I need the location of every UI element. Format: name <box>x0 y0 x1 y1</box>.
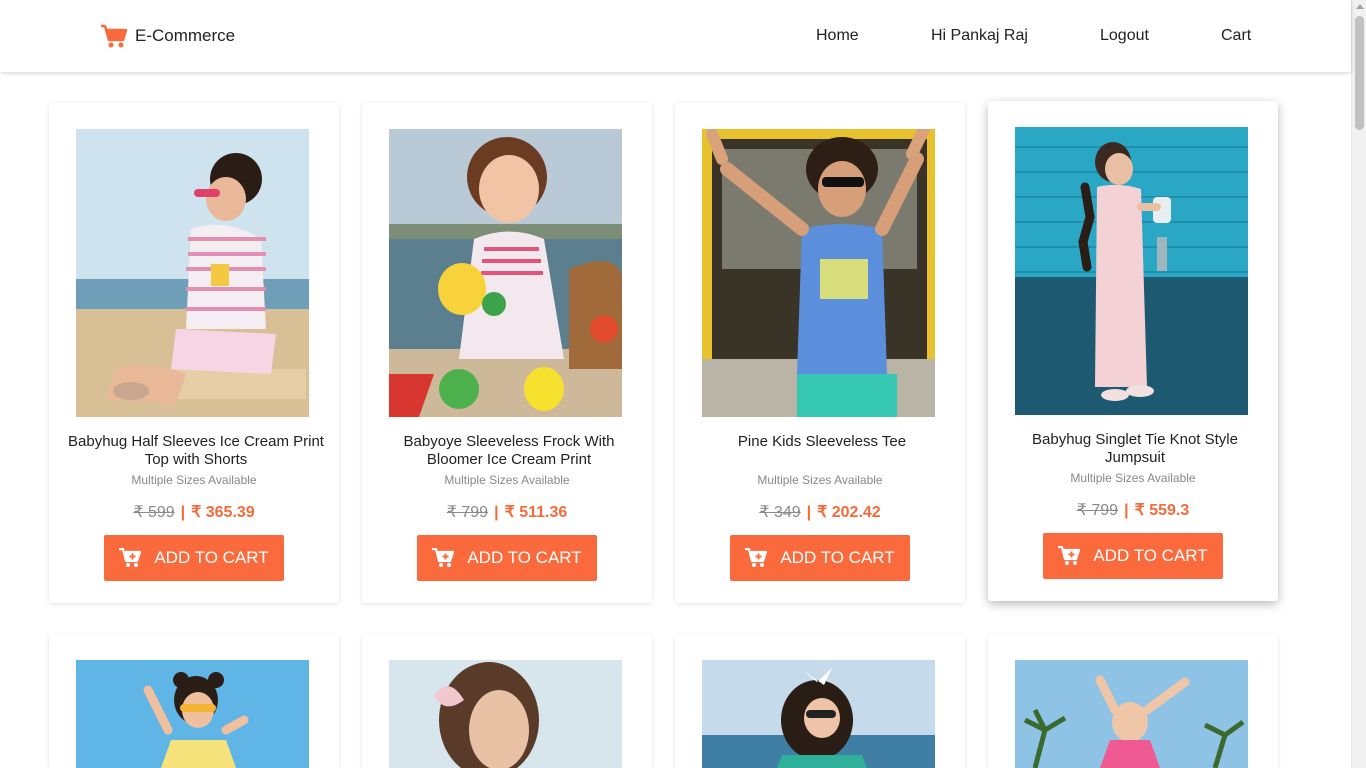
product-price: ₹ 559.3 <box>1134 502 1190 519</box>
nav-user-greeting[interactable]: Hi Pankaj Raj <box>931 27 1028 45</box>
product-card[interactable]: Pine Kids Sleeveless Tee Multiple Sizes … <box>675 103 965 603</box>
product-card[interactable]: Babyhug Singlet Tie Knot Style Jumpsuit … <box>988 101 1278 601</box>
product-title[interactable]: Babyoye Sleeveless Frock With Bloomer Ic… <box>374 433 644 469</box>
scroll-up-arrow-icon[interactable] <box>1356 4 1364 9</box>
add-to-cart-icon <box>1058 546 1081 565</box>
nav-cart-link[interactable]: Cart <box>1221 27 1251 45</box>
shopping-cart-icon <box>101 24 127 48</box>
product-image[interactable] <box>702 660 935 768</box>
add-to-cart-button[interactable]: ADD TO CART <box>417 535 597 581</box>
product-image[interactable] <box>76 129 309 417</box>
product-card[interactable] <box>49 634 339 768</box>
product-image[interactable] <box>702 129 935 417</box>
price-row: ₹ 349 | ₹ 202.42 <box>759 504 881 521</box>
nav-home-link[interactable]: Home <box>816 27 859 45</box>
product-mrp: ₹ 599 <box>133 504 175 521</box>
nav-logout-link[interactable]: Logout <box>1100 27 1149 45</box>
add-to-cart-label: ADD TO CART <box>1093 546 1208 565</box>
product-price: ₹ 202.42 <box>817 504 881 521</box>
top-navbar: E-Commerce Home Hi Pankaj Raj Logout Car… <box>0 0 1351 72</box>
product-card[interactable] <box>675 634 965 768</box>
add-to-cart-label: ADD TO CART <box>780 548 895 567</box>
add-to-cart-icon <box>119 548 142 567</box>
product-price: ₹ 511.36 <box>504 504 568 521</box>
price-row: ₹ 799 | ₹ 559.3 <box>1076 502 1190 519</box>
product-mrp: ₹ 799 <box>446 504 489 521</box>
add-to-cart-icon <box>432 548 455 567</box>
product-image[interactable] <box>76 660 309 768</box>
brand[interactable]: E-Commerce <box>100 23 235 49</box>
add-to-cart-button[interactable]: ADD TO CART <box>730 535 910 581</box>
add-to-cart-button[interactable]: ADD TO CART <box>104 535 284 581</box>
price-row: ₹ 799 | ₹ 511.36 <box>446 504 568 521</box>
product-card[interactable]: Babyhug Half Sleeves Ice Cream Print Top… <box>49 103 339 603</box>
product-title[interactable]: Babyhug Half Sleeves Ice Cream Print Top… <box>61 433 331 469</box>
product-image[interactable] <box>389 129 622 417</box>
product-image[interactable] <box>1015 127 1248 415</box>
product-title[interactable]: Pine Kids Sleeveless Tee <box>687 433 957 451</box>
add-to-cart-button[interactable]: ADD TO CART <box>1043 533 1223 579</box>
product-card[interactable] <box>988 634 1278 768</box>
price-row: ₹ 599 | ₹ 365.39 <box>133 504 255 521</box>
scroll-thumb[interactable] <box>1355 16 1364 130</box>
product-sizes: Multiple Sizes Available <box>757 473 883 487</box>
product-image[interactable] <box>389 660 622 768</box>
brand-name: E-Commerce <box>135 26 236 45</box>
product-card[interactable]: Babyoye Sleeveless Frock With Bloomer Ic… <box>362 103 652 603</box>
product-price: ₹ 365.39 <box>191 504 255 521</box>
add-to-cart-icon <box>745 548 768 567</box>
product-image[interactable] <box>1015 660 1248 768</box>
product-card[interactable] <box>362 634 652 768</box>
add-to-cart-label: ADD TO CART <box>154 548 269 567</box>
product-mrp: ₹ 349 <box>759 504 801 521</box>
product-title[interactable]: Babyhug Singlet Tie Knot Style Jumpsuit <box>1000 431 1270 467</box>
page-scrollbar[interactable] <box>1351 0 1366 768</box>
add-to-cart-label: ADD TO CART <box>467 548 582 567</box>
product-sizes: Multiple Sizes Available <box>131 473 257 487</box>
product-mrp: ₹ 799 <box>1076 502 1119 519</box>
product-sizes: Multiple Sizes Available <box>1070 471 1196 485</box>
product-sizes: Multiple Sizes Available <box>444 473 570 487</box>
